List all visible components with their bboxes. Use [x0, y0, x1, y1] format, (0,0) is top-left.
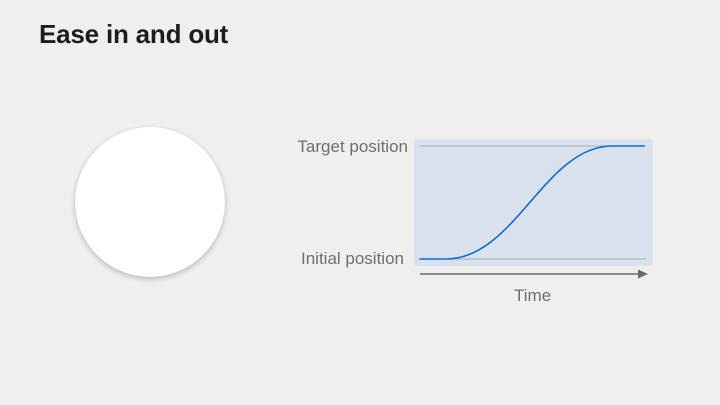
time-axis-arrowhead [638, 269, 648, 279]
easing-diagram [414, 139, 653, 279]
plot-background [414, 139, 653, 266]
